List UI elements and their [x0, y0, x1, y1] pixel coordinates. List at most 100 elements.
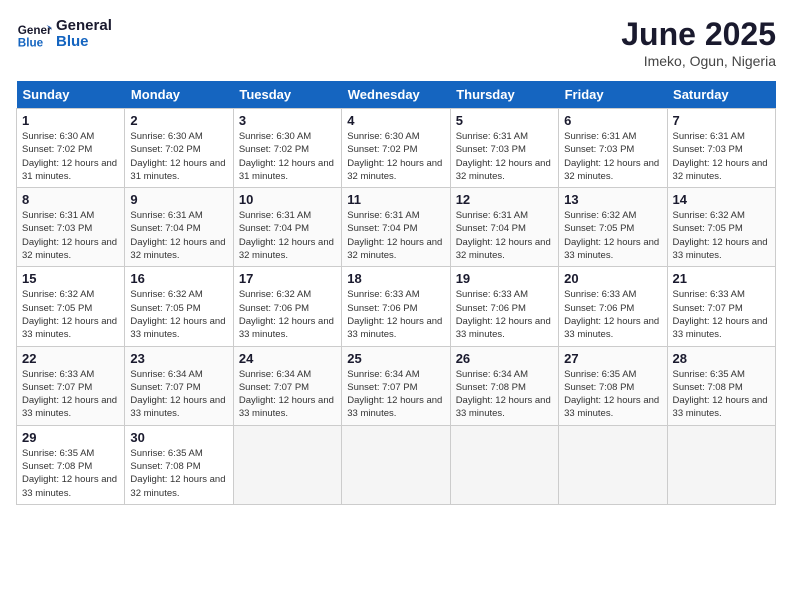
- day-number: 19: [456, 271, 553, 286]
- day-info: Sunrise: 6:31 AMSunset: 7:03 PMDaylight:…: [564, 130, 661, 183]
- day-info: Sunrise: 6:35 AMSunset: 7:08 PMDaylight:…: [22, 447, 119, 500]
- day-info: Sunrise: 6:31 AMSunset: 7:03 PMDaylight:…: [456, 130, 553, 183]
- day-info: Sunrise: 6:30 AMSunset: 7:02 PMDaylight:…: [347, 130, 444, 183]
- day-number: 14: [673, 192, 770, 207]
- calendar-cell: 25 Sunrise: 6:34 AMSunset: 7:07 PMDayligh…: [342, 346, 450, 425]
- day-number: 26: [456, 351, 553, 366]
- calendar-cell: [233, 425, 341, 504]
- calendar-table: SundayMondayTuesdayWednesdayThursdayFrid…: [16, 81, 776, 505]
- logo-icon: General Blue: [16, 16, 52, 52]
- weekday-header-row: SundayMondayTuesdayWednesdayThursdayFrid…: [17, 81, 776, 109]
- day-info: Sunrise: 6:30 AMSunset: 7:02 PMDaylight:…: [239, 130, 336, 183]
- day-number: 12: [456, 192, 553, 207]
- calendar-cell: 1 Sunrise: 6:30 AMSunset: 7:02 PMDaylight…: [17, 109, 125, 188]
- day-number: 29: [22, 430, 119, 445]
- calendar-cell: 28 Sunrise: 6:35 AMSunset: 7:08 PMDayligh…: [667, 346, 775, 425]
- day-info: Sunrise: 6:31 AMSunset: 7:03 PMDaylight:…: [22, 209, 119, 262]
- day-number: 11: [347, 192, 444, 207]
- calendar-cell: 27 Sunrise: 6:35 AMSunset: 7:08 PMDayligh…: [559, 346, 667, 425]
- calendar-cell: 7Sunrise: 6:31 AMSunset: 7:03 PMDaylight…: [667, 109, 775, 188]
- day-number: 25: [347, 351, 444, 366]
- calendar-cell: 12 Sunrise: 6:31 AMSunset: 7:04 PMDayligh…: [450, 188, 558, 267]
- calendar-cell: 15 Sunrise: 6:32 AMSunset: 7:05 PMDayligh…: [17, 267, 125, 346]
- day-number: 16: [130, 271, 227, 286]
- weekday-header-tuesday: Tuesday: [233, 81, 341, 109]
- calendar-cell: 4 Sunrise: 6:30 AMSunset: 7:02 PMDaylight…: [342, 109, 450, 188]
- day-info: Sunrise: 6:32 AMSunset: 7:05 PMDaylight:…: [564, 209, 661, 262]
- logo-blue: Blue: [56, 34, 112, 51]
- day-info: Sunrise: 6:32 AMSunset: 7:05 PMDaylight:…: [673, 209, 770, 262]
- calendar-cell: 24 Sunrise: 6:34 AMSunset: 7:07 PMDayligh…: [233, 346, 341, 425]
- day-number: 17: [239, 271, 336, 286]
- day-number: 5: [456, 113, 553, 128]
- day-number: 27: [564, 351, 661, 366]
- day-info: Sunrise: 6:30 AMSunset: 7:02 PMDaylight:…: [22, 130, 119, 183]
- weekday-header-friday: Friday: [559, 81, 667, 109]
- logo-general: General: [56, 18, 112, 35]
- day-number: 6: [564, 113, 661, 128]
- calendar-cell: 16 Sunrise: 6:32 AMSunset: 7:05 PMDayligh…: [125, 267, 233, 346]
- day-number: 3: [239, 113, 336, 128]
- calendar-cell: 26Sunrise: 6:34 AMSunset: 7:08 PMDayligh…: [450, 346, 558, 425]
- day-number: 9: [130, 192, 227, 207]
- day-number: 20: [564, 271, 661, 286]
- calendar-cell: 19Sunrise: 6:33 AMSunset: 7:06 PMDayligh…: [450, 267, 558, 346]
- day-info: Sunrise: 6:35 AMSunset: 7:08 PMDaylight:…: [673, 368, 770, 421]
- calendar-cell: 30Sunrise: 6:35 AMSunset: 7:08 PMDayligh…: [125, 425, 233, 504]
- day-number: 24: [239, 351, 336, 366]
- day-info: Sunrise: 6:32 AMSunset: 7:06 PMDaylight:…: [239, 288, 336, 341]
- calendar-cell: 2 Sunrise: 6:30 AMSunset: 7:02 PMDaylight…: [125, 109, 233, 188]
- day-number: 1: [22, 113, 119, 128]
- calendar-cell: 20 Sunrise: 6:33 AMSunset: 7:06 PMDayligh…: [559, 267, 667, 346]
- day-number: 30: [130, 430, 227, 445]
- day-number: 2: [130, 113, 227, 128]
- calendar-cell: 11 Sunrise: 6:31 AMSunset: 7:04 PMDayligh…: [342, 188, 450, 267]
- title-area: June 2025 Imeko, Ogun, Nigeria: [621, 16, 776, 69]
- day-number: 21: [673, 271, 770, 286]
- weekday-header-monday: Monday: [125, 81, 233, 109]
- calendar-cell: [342, 425, 450, 504]
- calendar-cell: 23Sunrise: 6:34 AMSunset: 7:07 PMDayligh…: [125, 346, 233, 425]
- calendar-week-row: 15 Sunrise: 6:32 AMSunset: 7:05 PMDayligh…: [17, 267, 776, 346]
- calendar-header: General Blue General Blue June 2025 Imek…: [16, 16, 776, 69]
- day-info: Sunrise: 6:31 AMSunset: 7:04 PMDaylight:…: [130, 209, 227, 262]
- weekday-header-sunday: Sunday: [17, 81, 125, 109]
- calendar-week-row: 1 Sunrise: 6:30 AMSunset: 7:02 PMDaylight…: [17, 109, 776, 188]
- day-info: Sunrise: 6:35 AMSunset: 7:08 PMDaylight:…: [564, 368, 661, 421]
- day-number: 23: [130, 351, 227, 366]
- day-info: Sunrise: 6:34 AMSunset: 7:07 PMDaylight:…: [239, 368, 336, 421]
- day-number: 22: [22, 351, 119, 366]
- calendar-title: June 2025: [621, 16, 776, 53]
- weekday-header-saturday: Saturday: [667, 81, 775, 109]
- day-info: Sunrise: 6:34 AMSunset: 7:07 PMDaylight:…: [347, 368, 444, 421]
- day-number: 4: [347, 113, 444, 128]
- day-number: 18: [347, 271, 444, 286]
- calendar-cell: 8 Sunrise: 6:31 AMSunset: 7:03 PMDaylight…: [17, 188, 125, 267]
- day-info: Sunrise: 6:33 AMSunset: 7:07 PMDaylight:…: [673, 288, 770, 341]
- calendar-cell: 6 Sunrise: 6:31 AMSunset: 7:03 PMDaylight…: [559, 109, 667, 188]
- day-info: Sunrise: 6:33 AMSunset: 7:06 PMDaylight:…: [564, 288, 661, 341]
- calendar-cell: 29 Sunrise: 6:35 AMSunset: 7:08 PMDayligh…: [17, 425, 125, 504]
- calendar-cell: 14 Sunrise: 6:32 AMSunset: 7:05 PMDayligh…: [667, 188, 775, 267]
- calendar-cell: 22 Sunrise: 6:33 AMSunset: 7:07 PMDayligh…: [17, 346, 125, 425]
- day-info: Sunrise: 6:32 AMSunset: 7:05 PMDaylight:…: [130, 288, 227, 341]
- calendar-cell: [559, 425, 667, 504]
- day-info: Sunrise: 6:32 AMSunset: 7:05 PMDaylight:…: [22, 288, 119, 341]
- svg-text:Blue: Blue: [18, 37, 44, 50]
- day-info: Sunrise: 6:30 AMSunset: 7:02 PMDaylight:…: [130, 130, 227, 183]
- day-info: Sunrise: 6:33 AMSunset: 7:06 PMDaylight:…: [347, 288, 444, 341]
- calendar-cell: 3 Sunrise: 6:30 AMSunset: 7:02 PMDaylight…: [233, 109, 341, 188]
- calendar-cell: 18 Sunrise: 6:33 AMSunset: 7:06 PMDayligh…: [342, 267, 450, 346]
- calendar-week-row: 29 Sunrise: 6:35 AMSunset: 7:08 PMDayligh…: [17, 425, 776, 504]
- calendar-cell: 10Sunrise: 6:31 AMSunset: 7:04 PMDayligh…: [233, 188, 341, 267]
- day-number: 8: [22, 192, 119, 207]
- logo: General Blue General Blue: [16, 16, 112, 52]
- day-info: Sunrise: 6:31 AMSunset: 7:04 PMDaylight:…: [347, 209, 444, 262]
- calendar-cell: 13Sunrise: 6:32 AMSunset: 7:05 PMDayligh…: [559, 188, 667, 267]
- day-number: 15: [22, 271, 119, 286]
- day-number: 28: [673, 351, 770, 366]
- calendar-subtitle: Imeko, Ogun, Nigeria: [621, 53, 776, 69]
- day-info: Sunrise: 6:33 AMSunset: 7:07 PMDaylight:…: [22, 368, 119, 421]
- calendar-week-row: 22 Sunrise: 6:33 AMSunset: 7:07 PMDayligh…: [17, 346, 776, 425]
- day-info: Sunrise: 6:31 AMSunset: 7:04 PMDaylight:…: [456, 209, 553, 262]
